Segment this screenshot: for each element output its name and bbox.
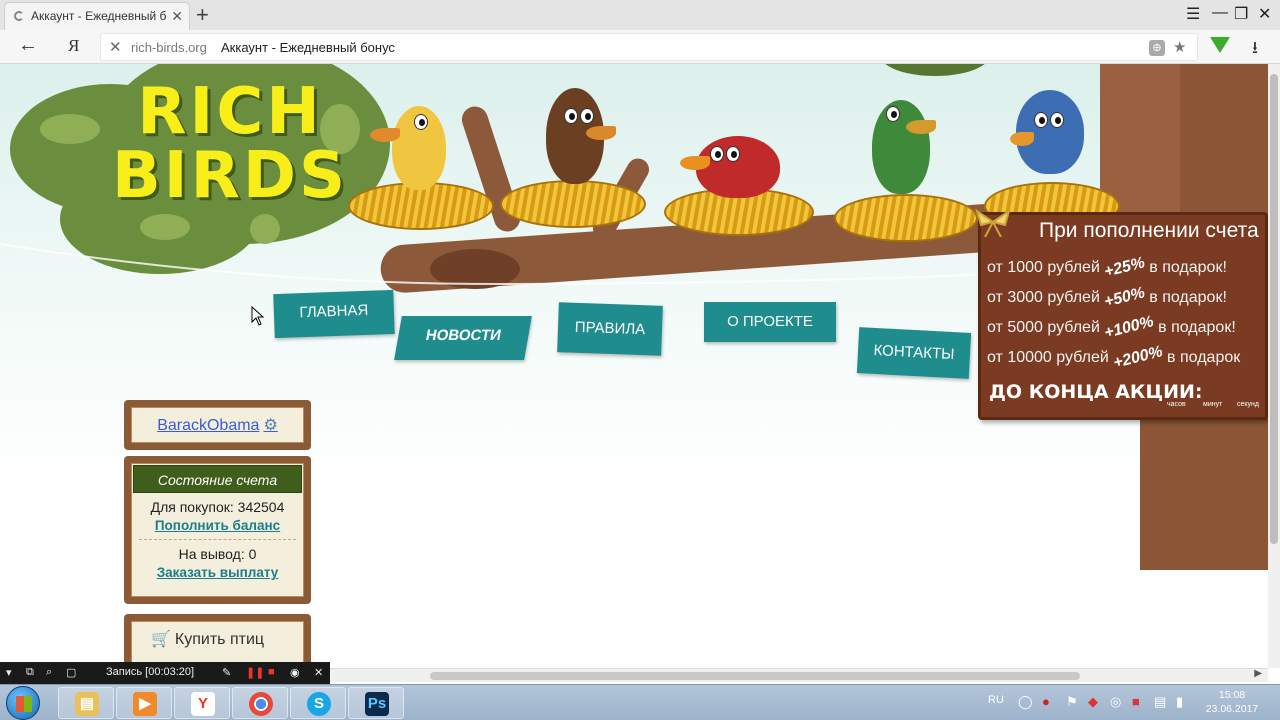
- steam-icon[interactable]: ◎: [1110, 694, 1121, 710]
- tab-close-icon[interactable]: ✕: [171, 3, 183, 29]
- bookmark-star-icon[interactable]: ★: [1173, 40, 1189, 56]
- purchase-balance: Для покупок: 342504: [150, 499, 285, 515]
- timer-hours-label: часов: [1167, 401, 1186, 408]
- tray-icon[interactable]: ◆: [1088, 694, 1098, 710]
- nav-about-button[interactable]: О ПРОЕКТЕ: [704, 302, 836, 342]
- flag-icon[interactable]: ⚑: [1066, 694, 1078, 710]
- downloads-icon[interactable]: ⭳: [1252, 35, 1258, 64]
- recorder-stop-icon[interactable]: ■: [268, 666, 275, 678]
- site-protect-icon[interactable]: ⊕: [1149, 40, 1165, 56]
- recorder-close-icon[interactable]: ✕: [314, 666, 323, 679]
- nav-contacts-button[interactable]: КОНТАКТЫ: [856, 327, 972, 379]
- tab-title: Аккаунт - Ежедневный б: [31, 9, 167, 23]
- timer-seconds-label: секунд: [1237, 401, 1259, 408]
- promo-countdown-label: ДО КОНЦА АКЦИИ:: [989, 381, 1203, 403]
- account-status-header: Состояние счета: [133, 465, 302, 493]
- address-bar: ← Я ✕ rich-birds.org Аккаунт - Ежедневны…: [0, 30, 1280, 64]
- buy-birds-link[interactable]: 🛒 Купить птиц: [131, 629, 304, 649]
- order-payout-link[interactable]: Заказать выплату: [131, 565, 304, 580]
- scroll-right-icon[interactable]: ▶: [1254, 668, 1262, 679]
- user-panel: BarackObama ⚙: [124, 400, 311, 450]
- yandex-browser-icon[interactable]: Y: [174, 687, 230, 719]
- nav-home-button[interactable]: ГЛАВНАЯ: [273, 289, 395, 339]
- recorder-pause-icon[interactable]: ❚❚: [246, 666, 264, 679]
- url-field[interactable]: ✕ rich-birds.org Аккаунт - Ежедневный бо…: [100, 33, 1198, 61]
- recorder-menu-icon[interactable]: ▾: [6, 666, 12, 679]
- promo-title: При пополнении счета: [1039, 219, 1259, 242]
- download-extension-icon[interactable]: [1210, 37, 1230, 53]
- cart-icon: 🛒: [151, 631, 171, 648]
- clock-date: 23.06.2017: [1205, 703, 1259, 715]
- browser-titlebar: Аккаунт - Ежедневный б ✕ + ☰ — ❐ ✕: [0, 0, 1280, 30]
- tray-icon[interactable]: ■: [1132, 694, 1140, 709]
- recorder-camera-icon[interactable]: ◉: [290, 666, 300, 679]
- mouse-cursor-icon: [251, 306, 265, 326]
- screen-recorder-toolbar: ▾ ⧉ ⌕ ▢ Запись [00:03:20] ✎ ❚❚ ■ ◉ ✕: [0, 662, 330, 684]
- account-status-panel: Состояние счета Для покупок: 342504 Попо…: [124, 456, 311, 604]
- tray-icon[interactable]: ◯: [1018, 694, 1033, 710]
- recorder-region-icon[interactable]: ▢: [66, 666, 76, 679]
- buy-birds-panel: 🛒 Купить птиц: [124, 614, 311, 668]
- logo-line-1: RICH: [137, 75, 323, 149]
- url-host: rich-birds.org: [131, 40, 207, 55]
- nest: [500, 180, 646, 228]
- stop-loading-icon[interactable]: ✕: [109, 38, 122, 56]
- recorder-zoom-icon[interactable]: ⌕: [46, 666, 52, 679]
- loading-icon: [14, 11, 24, 21]
- promo-row: от 5000 рублей +100% в подарок!: [987, 313, 1236, 342]
- tray-icon[interactable]: ●: [1042, 694, 1050, 709]
- page-content: RICH BIRDS ГЛАВНАЯ НОВОСТИ ПРАВИЛА О ПРО…: [0, 64, 1268, 668]
- yandex-logo-icon[interactable]: Я: [68, 36, 79, 56]
- promo-row: от 1000 рублей +25% в подарок!: [987, 254, 1227, 281]
- timer-minutes-label: минут: [1203, 401, 1223, 408]
- red-bird[interactable]: [680, 136, 780, 198]
- new-tab-button[interactable]: +: [196, 2, 209, 28]
- language-indicator[interactable]: RU: [988, 694, 1004, 706]
- username-link[interactable]: BarackObama ⚙: [131, 415, 304, 435]
- clock[interactable]: 15:08 23.06.2017: [1200, 688, 1264, 716]
- skype-icon[interactable]: S: [290, 687, 346, 719]
- gift-bow-icon: [975, 208, 1011, 237]
- topup-promo-banner[interactable]: При пополнении счета от 1000 рублей +25% в…: [975, 208, 1268, 420]
- nav-rules-button[interactable]: ПРАВИЛА: [557, 302, 663, 356]
- network-icon[interactable]: ▤: [1154, 694, 1166, 710]
- start-button[interactable]: [6, 686, 40, 720]
- signal-icon[interactable]: ▮: [1176, 694, 1183, 710]
- garland-string: [0, 243, 1000, 286]
- promo-row: от 10000 рублей +200% в подарок: [987, 343, 1241, 372]
- vertical-scrollbar[interactable]: [1268, 64, 1280, 668]
- green-bird[interactable]: [872, 100, 936, 194]
- browser-tab[interactable]: Аккаунт - Ежедневный б ✕: [4, 2, 190, 30]
- brown-bird[interactable]: [546, 88, 616, 184]
- back-arrow-icon[interactable]: ←: [18, 34, 38, 57]
- close-window-button[interactable]: ✕: [1258, 4, 1271, 24]
- clock-time: 15:08: [1218, 689, 1246, 701]
- site-logo[interactable]: RICH BIRDS: [112, 80, 348, 208]
- photoshop-icon[interactable]: Ps: [348, 687, 404, 719]
- logo-line-2: BIRDS: [112, 139, 349, 213]
- restore-button[interactable]: ❐: [1234, 4, 1248, 24]
- minimize-button[interactable]: —: [1212, 4, 1228, 22]
- file-explorer-icon[interactable]: ▤: [58, 687, 114, 719]
- url-page-title: Аккаунт - Ежедневный бонус: [221, 40, 395, 55]
- recorder-pencil-icon[interactable]: ✎: [222, 666, 231, 679]
- windows-taskbar: ▤ ▶ Y S Ps RU ◯ ● ⚑ ◆ ◎ ■ ▤ ▮ 15:08 23.0…: [0, 684, 1280, 720]
- recorder-window-icon[interactable]: ⧉: [26, 666, 34, 679]
- chrome-icon[interactable]: [232, 687, 288, 719]
- recording-status: Запись [00:03:20]: [106, 666, 195, 678]
- withdraw-balance: На вывод: 0: [178, 546, 257, 562]
- blue-bird[interactable]: [1010, 90, 1084, 174]
- menu-icon[interactable]: ☰: [1186, 4, 1200, 24]
- media-player-icon[interactable]: ▶: [116, 687, 172, 719]
- yellow-bird[interactable]: [370, 106, 446, 190]
- topup-balance-link[interactable]: Пополнить баланс: [131, 518, 304, 533]
- nav-news-button[interactable]: НОВОСТИ: [394, 316, 532, 360]
- promo-row: от 3000 рублей +50% в подарок!: [987, 284, 1227, 311]
- settings-gear-icon[interactable]: ⚙: [263, 417, 277, 434]
